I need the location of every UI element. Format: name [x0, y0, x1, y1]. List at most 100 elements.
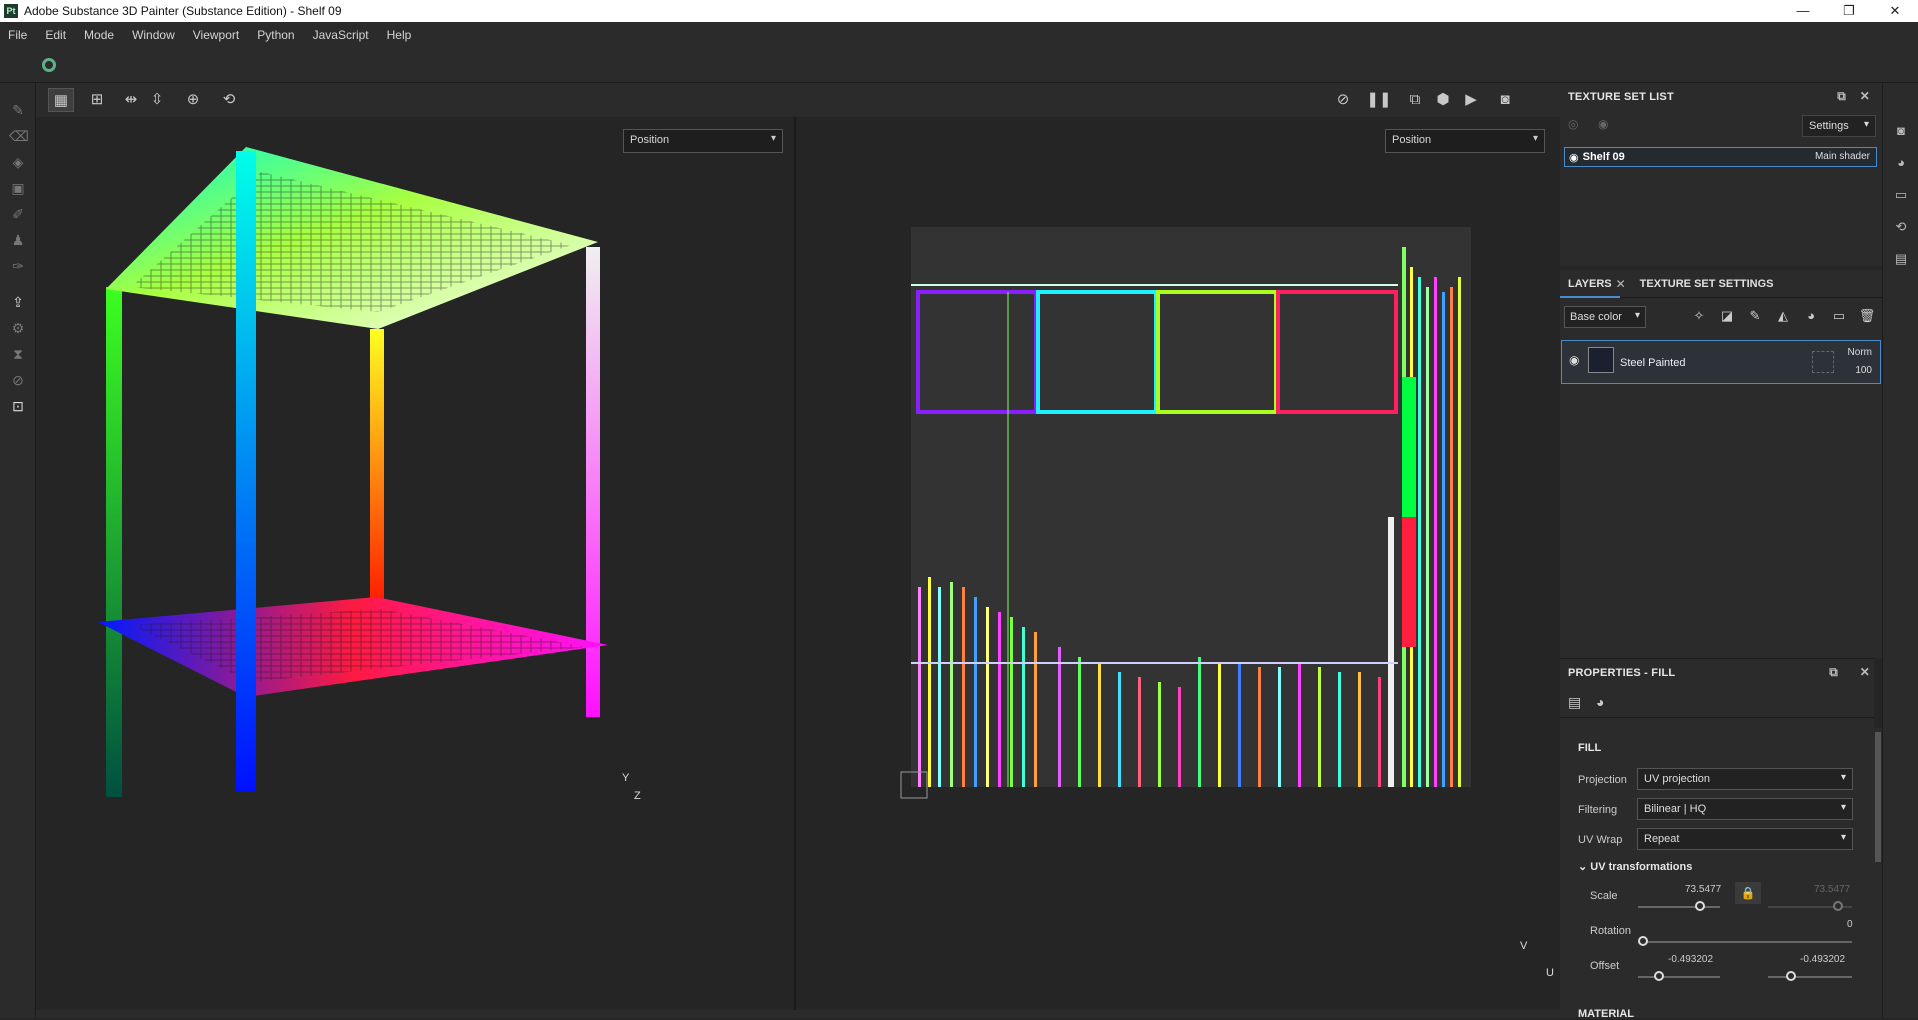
offset-u-slider[interactable]	[1638, 976, 1720, 978]
grid-view-icon[interactable]: ⊞	[84, 88, 110, 112]
menu-help[interactable]: Help	[387, 28, 412, 42]
camera-icon[interactable]: ▶	[1458, 88, 1484, 112]
hourglass-icon[interactable]: ⧗	[9, 345, 27, 363]
menu-edit[interactable]: Edit	[45, 28, 66, 42]
log-icon[interactable]: ▤	[1893, 251, 1909, 267]
add-smart-material-icon[interactable]: ◕	[1802, 308, 1820, 324]
history-icon[interactable]: ⟲	[1893, 219, 1909, 235]
scale-u-slider[interactable]	[1638, 906, 1720, 908]
offset-label: Offset	[1590, 960, 1620, 972]
delete-layer-icon[interactable]: 🗑	[1858, 308, 1876, 324]
material-tab-icon[interactable]: ◕	[1596, 694, 1604, 710]
add-folder-icon[interactable]: ▭	[1830, 308, 1848, 324]
properties-scrollbar[interactable]	[1874, 728, 1882, 1018]
close-button[interactable]: ✕	[1872, 0, 1918, 22]
rotation-slider[interactable]	[1638, 941, 1852, 943]
texture-set-item[interactable]: ◉ Shelf 09 Main shader	[1564, 147, 1877, 167]
pause-icon[interactable]: ❚❚	[1366, 88, 1392, 112]
bake-icon[interactable]: ⇪	[9, 293, 27, 311]
offset-u-slider-handle[interactable]	[1654, 971, 1664, 981]
offset-v-slider[interactable]	[1768, 976, 1852, 978]
picker-icon[interactable]: ✑	[9, 257, 27, 275]
settings-gear-icon[interactable]: ⚙	[9, 319, 27, 337]
sync-icon[interactable]	[42, 58, 56, 72]
offset-v-slider-handle[interactable]	[1786, 971, 1796, 981]
projection-label: Projection	[1578, 774, 1627, 786]
add-view-icon[interactable]: ⊕	[180, 88, 206, 112]
tab-layers[interactable]: LAYERS	[1560, 270, 1620, 298]
blend-mode-select[interactable]: Norm	[1848, 347, 1872, 358]
menu-javascript[interactable]: JavaScript	[313, 28, 369, 42]
menu-file[interactable]: File	[8, 28, 27, 42]
filtering-label: Filtering	[1578, 804, 1618, 816]
uv-transformations-toggle[interactable]: ⌄ UV transformations	[1578, 860, 1692, 873]
visibility-off-icon[interactable]: ◎	[1568, 117, 1578, 131]
lock-icon[interactable]: 🔒	[1735, 882, 1761, 904]
single-view-icon[interactable]: ▦	[48, 88, 74, 112]
viewport-3d[interactable]: Position ▾ Y Z	[36, 117, 796, 1010]
texture-set-settings-dropdown[interactable]: Settings ▾	[1802, 115, 1876, 137]
layer-thumbnail	[1588, 347, 1614, 373]
axis-u-label: U	[1546, 967, 1554, 979]
chevron-down-icon: ▾	[1840, 832, 1846, 843]
symmetry-x-icon[interactable]: ⇹	[118, 88, 144, 112]
scale-v-value[interactable]: 73.5477	[1814, 884, 1850, 895]
menu-python[interactable]: Python	[257, 28, 294, 42]
app-logo: Pt	[4, 4, 18, 18]
restore-button[interactable]: ❐	[1826, 0, 1872, 22]
menu-window[interactable]: Window	[132, 28, 175, 42]
chevron-down-icon: ▾	[1840, 772, 1846, 783]
rotation-value[interactable]: 0	[1847, 919, 1853, 930]
close-panel-icon[interactable]: ✕	[1860, 89, 1870, 103]
scale-u-value[interactable]: 73.5477	[1685, 884, 1721, 895]
scale-u-slider-handle[interactable]	[1695, 901, 1705, 911]
assets-icon[interactable]: ▭	[1893, 187, 1909, 203]
filtering-select[interactable]: Bilinear | HQ ▾	[1637, 798, 1853, 820]
scale-label: Scale	[1590, 890, 1618, 902]
history-icon[interactable]: ⟲	[216, 88, 242, 112]
menu-mode[interactable]: Mode	[84, 28, 114, 42]
projection-select[interactable]: UV projection ▾	[1637, 768, 1853, 790]
close-tab-icon[interactable]: ✕	[1616, 277, 1626, 291]
measure-icon[interactable]: ⊘	[9, 371, 27, 389]
uv-wrap-select[interactable]: Repeat ▾	[1637, 828, 1853, 850]
clone-stamp-icon[interactable]: ♟	[9, 231, 27, 249]
fill-properties-tab-icon[interactable]: ▤	[1568, 694, 1581, 711]
menu-viewport[interactable]: Viewport	[193, 28, 239, 42]
projection-icon[interactable]: ◈	[9, 153, 27, 171]
undock-icon[interactable]: ⧉	[1829, 665, 1838, 680]
display-settings-icon[interactable]: ◙	[1893, 123, 1909, 139]
eye-icon[interactable]: ◉	[1569, 151, 1579, 164]
eye-icon[interactable]: ◉	[1598, 117, 1608, 131]
scale-v-slider-handle[interactable]	[1833, 901, 1843, 911]
tab-texture-set-settings[interactable]: TEXTURE SET SETTINGS	[1632, 270, 1782, 298]
screenshot-camera-icon[interactable]: ◙	[1492, 88, 1518, 112]
rotation-slider-handle[interactable]	[1638, 936, 1648, 946]
undock-icon[interactable]: ⧉	[1837, 89, 1846, 104]
close-panel-icon[interactable]: ✕	[1860, 665, 1870, 679]
minimize-button[interactable]: —	[1780, 0, 1826, 22]
add-paint-layer-icon[interactable]: ✎	[1746, 308, 1764, 324]
split-view-icon[interactable]: ⧉	[1402, 88, 1428, 112]
add-effect-icon[interactable]: ✧	[1690, 308, 1708, 324]
eye-icon[interactable]: ◉	[1569, 353, 1579, 367]
screenshot-icon[interactable]: ⊡	[9, 397, 27, 415]
layer-mask-slot[interactable]	[1812, 351, 1834, 373]
channel-select[interactable]: Base color ▾	[1564, 306, 1646, 328]
layer-opacity[interactable]: 100	[1855, 365, 1872, 376]
symmetry-y-icon[interactable]: ⇳	[144, 88, 170, 112]
geometry-mask-icon[interactable]: ▣	[9, 179, 27, 197]
add-fill-layer-icon[interactable]: ◭	[1774, 308, 1792, 324]
display-cube-icon[interactable]: ⬢	[1430, 88, 1456, 112]
hide-icon[interactable]: ⊘	[1330, 88, 1356, 112]
layer-item[interactable]: ◉ Steel Painted Norm 100	[1561, 340, 1881, 384]
viewport-2d[interactable]: Position ▾ V U	[798, 117, 1560, 1010]
add-mask-icon[interactable]: ◪	[1718, 308, 1736, 324]
offset-v-value[interactable]: -0.493202	[1800, 954, 1845, 965]
eraser-icon[interactable]: ⌫	[9, 127, 29, 145]
chevron-down-icon: ⌄	[1578, 861, 1591, 873]
shader-settings-icon[interactable]: ◕	[1893, 155, 1909, 171]
paint-brush-icon[interactable]: ✎	[9, 101, 27, 119]
smudge-icon[interactable]: ✐	[9, 205, 27, 223]
offset-u-value[interactable]: -0.493202	[1668, 954, 1713, 965]
